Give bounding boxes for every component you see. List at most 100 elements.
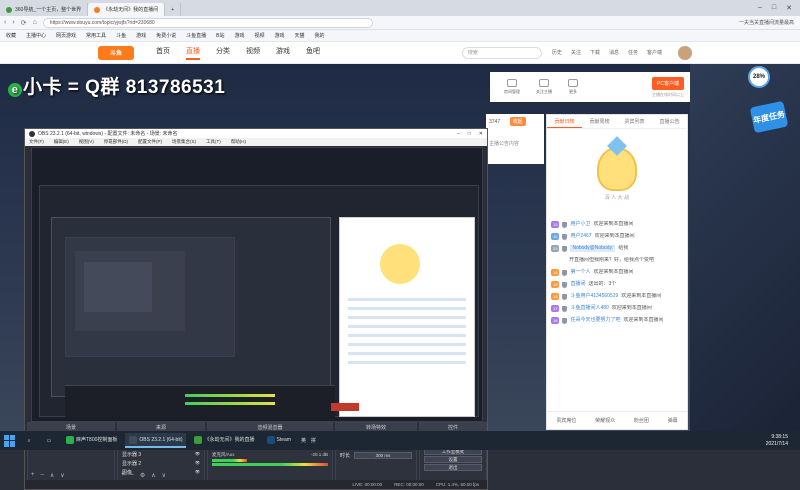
header-icon-4[interactable]: 任务 bbox=[628, 49, 638, 56]
home-icon[interactable]: ⌂ bbox=[33, 19, 37, 26]
obs-menu-item[interactable]: 配置文件(P) bbox=[138, 139, 162, 145]
source-item[interactable]: 显示器 2 👁 bbox=[122, 460, 200, 467]
header-icon-3[interactable]: 消息 bbox=[609, 49, 619, 56]
progress-badge[interactable]: 28% bbox=[748, 66, 770, 88]
obs-menu-item[interactable]: 场景集合(S) bbox=[172, 139, 196, 145]
chat-username[interactable]: 第一个人 bbox=[570, 269, 590, 276]
chat-bottom-item[interactable]: 粉丝团 bbox=[634, 417, 649, 424]
chat-username[interactable]: 用户2467 bbox=[570, 233, 591, 240]
obs-menu-item[interactable]: 编辑(E) bbox=[54, 139, 69, 145]
chat-tab[interactable]: 贡献周榜 bbox=[582, 115, 617, 128]
chat-tab[interactable]: 直播公告 bbox=[652, 115, 687, 128]
bookmark-item[interactable]: 我的 bbox=[315, 32, 325, 39]
eye-icon[interactable]: 👁 bbox=[195, 460, 200, 467]
nav-0[interactable]: 首页 bbox=[156, 46, 170, 60]
bookmark-item[interactable]: 游戏 bbox=[136, 32, 146, 39]
bookmark-item[interactable]: 主播中心 bbox=[26, 32, 46, 39]
volume-slider[interactable] bbox=[212, 463, 328, 466]
bookmark-item[interactable]: B站 bbox=[216, 32, 224, 39]
chat-tab[interactable]: 贵宾列表 bbox=[617, 115, 652, 128]
back-icon[interactable]: ‹ bbox=[4, 19, 6, 26]
reload-icon[interactable]: ⟳ bbox=[21, 19, 27, 27]
taskbar-app[interactable]: Steam bbox=[263, 433, 295, 448]
bookmark-item[interactable]: 收藏 bbox=[6, 32, 16, 39]
bookmark-item[interactable]: 免费小说 bbox=[156, 32, 176, 39]
down-icon[interactable]: ∨ bbox=[60, 472, 64, 479]
fold-button[interactable]: 收起 bbox=[509, 117, 526, 126]
header-icon-2[interactable]: 下载 bbox=[590, 49, 600, 56]
source-item[interactable]: 显示器 3 👁 bbox=[122, 451, 200, 458]
nav-5[interactable]: 鱼吧 bbox=[306, 46, 320, 60]
obs-menu-item[interactable]: 文件(F) bbox=[29, 139, 44, 145]
duration-input[interactable]: 300 ms bbox=[354, 452, 412, 459]
header-icon-0[interactable]: 历史 bbox=[552, 49, 562, 56]
add-icon[interactable]: + bbox=[121, 472, 125, 479]
more-button[interactable]: 更多 bbox=[568, 79, 578, 95]
add-icon[interactable]: + bbox=[31, 472, 35, 479]
bookmark-item[interactable]: 斗鱼 bbox=[116, 32, 126, 39]
search-icon[interactable]: ⌕ bbox=[22, 438, 36, 444]
bookmark-item[interactable]: 游戏 bbox=[275, 32, 285, 39]
chat-tab[interactable]: 贡献日榜 bbox=[547, 115, 582, 128]
site-search-input[interactable]: 搜索 bbox=[461, 46, 542, 59]
remove-icon[interactable]: – bbox=[41, 472, 44, 479]
nav-2[interactable]: 分类 bbox=[216, 46, 230, 60]
new-tab-button[interactable]: + bbox=[165, 3, 182, 16]
minimize-icon[interactable]: – bbox=[457, 131, 460, 137]
nav-4[interactable]: 游戏 bbox=[276, 46, 290, 60]
close-icon[interactable]: ✕ bbox=[479, 131, 483, 137]
tray-item[interactable]: 拼 bbox=[311, 437, 316, 444]
bookmark-item[interactable]: 斗鱼直播 bbox=[186, 32, 206, 39]
browser-tab-active[interactable]: 《永劫无间》我的直播间 bbox=[88, 3, 166, 16]
chat-username[interactable]: Nobody@Nobody: bbox=[570, 245, 616, 252]
obs-menu-item[interactable]: 工具(T) bbox=[206, 139, 221, 145]
maximize-icon[interactable]: □ bbox=[772, 4, 776, 12]
bookmark-item[interactable]: 网页游戏 bbox=[56, 32, 76, 39]
bookmark-item[interactable]: 天猫 bbox=[295, 32, 305, 39]
close-icon[interactable]: ✕ bbox=[786, 4, 792, 12]
control-button[interactable]: 退出 bbox=[424, 464, 482, 471]
minimize-icon[interactable]: – bbox=[758, 4, 762, 12]
up-icon[interactable]: ∧ bbox=[151, 472, 155, 479]
bookmark-item[interactable]: 游戏 bbox=[234, 32, 244, 39]
pc-client-button[interactable]: PC客户端 bbox=[652, 76, 684, 90]
nav-1[interactable]: 直播 bbox=[186, 46, 200, 60]
obs-menu-item[interactable]: 视图(V) bbox=[79, 139, 94, 145]
bookmark-item[interactable]: 常用工具 bbox=[86, 32, 106, 39]
browser-tab[interactable]: 360导航_一个主页，整个世界 bbox=[0, 3, 89, 16]
taskbar-clock[interactable]: 9:38:15 2021/7/14 bbox=[766, 434, 800, 448]
start-button[interactable] bbox=[4, 434, 16, 447]
gear-icon[interactable]: ⚙ bbox=[140, 472, 145, 479]
chat-username[interactable]: 斗鱼直播间人480 bbox=[570, 305, 608, 312]
eye-icon[interactable]: 👁 bbox=[195, 451, 200, 458]
remove-icon[interactable]: – bbox=[131, 472, 134, 479]
chat-username[interactable]: 任哥今天也要努力了吧 bbox=[570, 317, 620, 324]
obs-menu-item[interactable]: 帮助(H) bbox=[231, 139, 246, 145]
nav-3[interactable]: 视频 bbox=[246, 46, 260, 60]
up-icon[interactable]: ∧ bbox=[50, 472, 54, 479]
obs-preview[interactable] bbox=[31, 147, 483, 422]
chat-bottom-item[interactable]: 贵宾席位 bbox=[556, 417, 576, 424]
douyu-logo[interactable]: 斗鱼 bbox=[98, 45, 134, 60]
taskbar-app[interactable]: 《永劫无间》我的直播 bbox=[190, 433, 258, 448]
header-icon-5[interactable]: 客户端 bbox=[647, 49, 662, 56]
chat-bottom-item[interactable]: 弹幕 bbox=[668, 417, 678, 424]
room-manage-button[interactable]: 房间管理 bbox=[504, 79, 520, 95]
eye-icon[interactable]: 👁 bbox=[195, 469, 200, 476]
bookmark-item[interactable]: 视频 bbox=[254, 32, 264, 39]
down-icon[interactable]: ∨ bbox=[162, 472, 166, 479]
header-icon-1[interactable]: 关注 bbox=[571, 49, 581, 56]
taskbar-app[interactable]: 麻声T800控制面板 bbox=[62, 433, 121, 448]
avatar[interactable] bbox=[678, 45, 692, 60]
taskbar-app[interactable]: OBS 23.2.1 (64-bit) bbox=[125, 433, 187, 448]
chat-username[interactable]: 直播间 bbox=[570, 281, 585, 288]
chat-username[interactable]: 用户小卫 bbox=[570, 221, 590, 228]
forward-icon[interactable]: › bbox=[12, 19, 14, 26]
task-view-icon[interactable]: ▭ bbox=[42, 438, 56, 444]
chat-username[interactable]: 斗鱼用户4134560529 bbox=[570, 293, 618, 300]
maximize-icon[interactable]: □ bbox=[468, 131, 471, 137]
url-input[interactable]: https://www.douyu.com/topic/yjwjfs?rid=2… bbox=[42, 17, 373, 28]
control-button[interactable]: 设置 bbox=[424, 456, 482, 463]
chat-bottom-item[interactable]: 荣耀观众 bbox=[595, 417, 615, 424]
follow-button[interactable]: 关注主播 bbox=[536, 79, 552, 95]
